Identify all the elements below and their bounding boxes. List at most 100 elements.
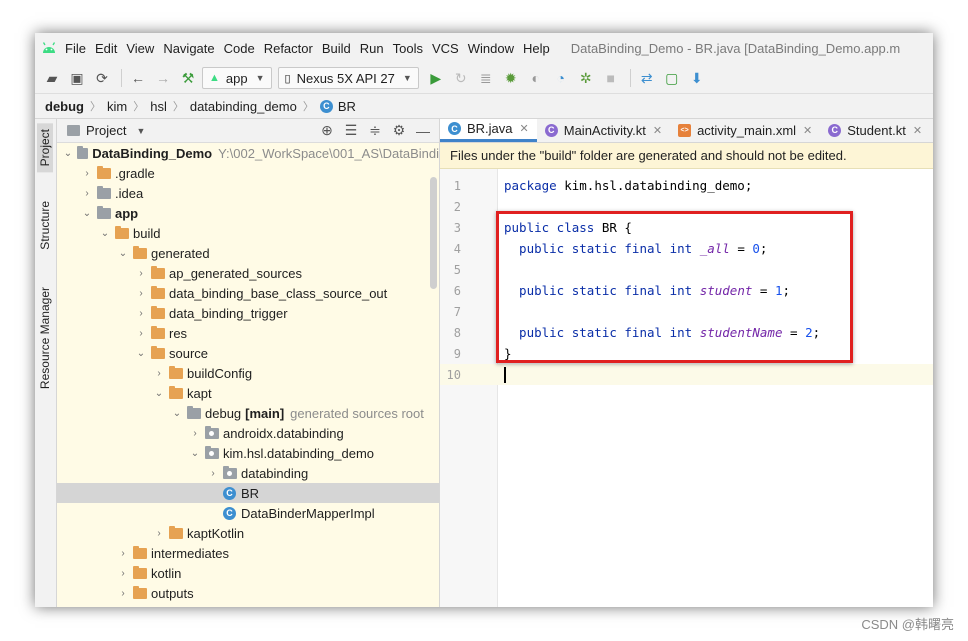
tree-node[interactable]: ⌄ source <box>57 343 439 363</box>
stop-icon[interactable]: ■ <box>600 67 622 89</box>
tree-node[interactable]: C DataBinderMapperImpl <box>57 503 439 523</box>
menu-code[interactable]: Code <box>224 41 255 56</box>
tree-node[interactable]: › ap_generated_sources <box>57 263 439 283</box>
chevron-right-icon[interactable]: › <box>135 268 147 279</box>
menu-view[interactable]: View <box>126 41 154 56</box>
device-select[interactable]: ▯ Nexus 5X API 27 ▼ <box>277 67 419 89</box>
chevron-down-icon[interactable]: ⌄ <box>81 208 93 219</box>
locate-icon[interactable]: ⊕ <box>315 122 339 139</box>
tree-node[interactable]: › data_binding_trigger <box>57 303 439 323</box>
tree-node[interactable]: › outputs <box>57 583 439 603</box>
breadcrumb-item-kim[interactable]: kim <box>107 99 127 114</box>
tree-node[interactable]: › data_binding_base_class_source_out <box>57 283 439 303</box>
apply-changes-icon[interactable]: ≣ <box>475 67 497 89</box>
breadcrumb-item-debug[interactable]: debug <box>45 99 84 114</box>
chevron-down-icon[interactable]: ▼ <box>136 126 145 136</box>
chevron-right-icon[interactable]: › <box>117 588 129 599</box>
chevron-down-icon[interactable]: ⌄ <box>153 388 165 399</box>
build-hammer-icon[interactable]: ⚒ <box>177 67 199 89</box>
sync-icon[interactable]: ⟳ <box>91 67 113 89</box>
close-icon[interactable]: ✕ <box>913 124 922 137</box>
close-icon[interactable]: ✕ <box>653 124 662 137</box>
tree-node[interactable]: ⌄ kim.hsl.databinding_demo <box>57 443 439 463</box>
run-config-select[interactable]: ▲ app ▼ <box>202 67 272 89</box>
tree-node[interactable]: ⌄ DataBinding_Demo Y:\002_WorkSpace\001_AS… <box>57 143 439 163</box>
menu-tools[interactable]: Tools <box>393 41 423 56</box>
tool-tab-structure[interactable]: Structure <box>37 195 53 256</box>
breadcrumb-item-databinding-demo[interactable]: databinding_demo <box>190 99 297 114</box>
chevron-right-icon[interactable]: › <box>117 548 129 559</box>
profile-icon[interactable]: ◔ <box>550 67 572 89</box>
gradle-sync-icon[interactable]: ⇄ <box>636 67 658 89</box>
open-folder-icon[interactable]: ▰ <box>41 67 63 89</box>
close-icon[interactable]: ✕ <box>520 122 529 135</box>
menu-file[interactable]: File <box>65 41 86 56</box>
forward-arrow-icon[interactable]: → <box>152 67 174 89</box>
chevron-right-icon[interactable]: › <box>135 288 147 299</box>
tree-node[interactable]: › databinding <box>57 463 439 483</box>
expand-all-icon[interactable]: ☰ <box>339 122 363 139</box>
menu-refactor[interactable]: Refactor <box>264 41 313 56</box>
tree-node[interactable]: › .gradle <box>57 163 439 183</box>
hide-icon[interactable]: — <box>411 123 435 139</box>
back-arrow-icon[interactable]: ← <box>127 67 149 89</box>
tree-node[interactable]: › .idea <box>57 183 439 203</box>
debug-icon[interactable]: ✹ <box>500 67 522 89</box>
project-view-label[interactable]: Project <box>86 123 126 138</box>
sdk-manager-icon[interactable]: ⬇ <box>686 67 708 89</box>
editor-tab[interactable]: <> activity_main.xml ✕ <box>670 119 820 142</box>
tree-node[interactable]: › kotlin <box>57 563 439 583</box>
tree-node[interactable]: › androidx.databinding <box>57 423 439 443</box>
coverage-icon[interactable]: ◐ <box>525 67 547 89</box>
tree-node[interactable]: ⌄ app <box>57 203 439 223</box>
avd-manager-icon[interactable]: ▢ <box>661 67 683 89</box>
tree-node[interactable]: ⌄ debug [main] generated sources root <box>57 403 439 423</box>
chevron-down-icon[interactable]: ⌄ <box>189 448 201 459</box>
menu-edit[interactable]: Edit <box>95 41 117 56</box>
tree-node-label: DataBinding_Demo <box>92 145 213 161</box>
chevron-down-icon[interactable]: ⌄ <box>135 348 147 359</box>
chevron-down-icon[interactable]: ⌄ <box>117 248 129 259</box>
chevron-right-icon[interactable]: › <box>153 368 165 379</box>
tool-tab-project[interactable]: Project <box>37 123 53 173</box>
gear-icon[interactable]: ⚙ <box>387 122 411 139</box>
chevron-down-icon[interactable]: ⌄ <box>99 228 111 239</box>
tree-node[interactable]: › kaptKotlin <box>57 523 439 543</box>
tool-tab-resource-manager[interactable]: Resource Manager <box>37 281 53 395</box>
tree-node[interactable]: › intermediates <box>57 543 439 563</box>
menu-run[interactable]: Run <box>360 41 384 56</box>
tree-node[interactable]: › buildConfig <box>57 363 439 383</box>
editor-tab[interactable]: C Student.kt ✕ <box>820 119 930 142</box>
breadcrumb-item-br[interactable]: BR <box>338 99 356 114</box>
tree-node[interactable]: ⌄ generated <box>57 243 439 263</box>
chevron-right-icon[interactable]: › <box>153 528 165 539</box>
editor-tab[interactable]: C MainActivity.kt ✕ <box>537 119 670 142</box>
menu-help[interactable]: Help <box>523 41 550 56</box>
breadcrumb-item-hsl[interactable]: hsl <box>150 99 167 114</box>
chevron-down-icon[interactable]: ⌄ <box>171 408 183 419</box>
chevron-right-icon[interactable]: › <box>135 328 147 339</box>
tree-node[interactable]: ⌄ build <box>57 223 439 243</box>
menu-build[interactable]: Build <box>322 41 351 56</box>
chevron-down-icon[interactable]: ⌄ <box>63 148 73 159</box>
editor-tab[interactable]: C BR.java ✕ <box>440 119 537 142</box>
chevron-right-icon[interactable]: › <box>81 188 93 199</box>
tree-node[interactable]: › res <box>57 323 439 343</box>
menu-navigate[interactable]: Navigate <box>163 41 214 56</box>
menu-window[interactable]: Window <box>468 41 514 56</box>
chevron-right-icon[interactable]: › <box>207 468 219 479</box>
tree-node[interactable]: ⌄ kapt <box>57 383 439 403</box>
close-icon[interactable]: ✕ <box>803 124 812 137</box>
tree-node[interactable]: C BR <box>57 483 439 503</box>
chevron-right-icon[interactable]: › <box>135 308 147 319</box>
chevron-right-icon[interactable]: › <box>117 568 129 579</box>
save-all-icon[interactable]: ▣ <box>66 67 88 89</box>
collapse-all-icon[interactable]: ≑ <box>363 122 387 139</box>
attach-debugger-icon[interactable]: ✲ <box>575 67 597 89</box>
run-icon[interactable]: ▶ <box>425 67 447 89</box>
rerun-icon[interactable]: ↻ <box>450 67 472 89</box>
chevron-right-icon[interactable]: › <box>81 168 93 179</box>
scrollbar-thumb[interactable] <box>430 177 437 289</box>
chevron-right-icon[interactable]: › <box>189 428 201 439</box>
menu-vcs[interactable]: VCS <box>432 41 459 56</box>
